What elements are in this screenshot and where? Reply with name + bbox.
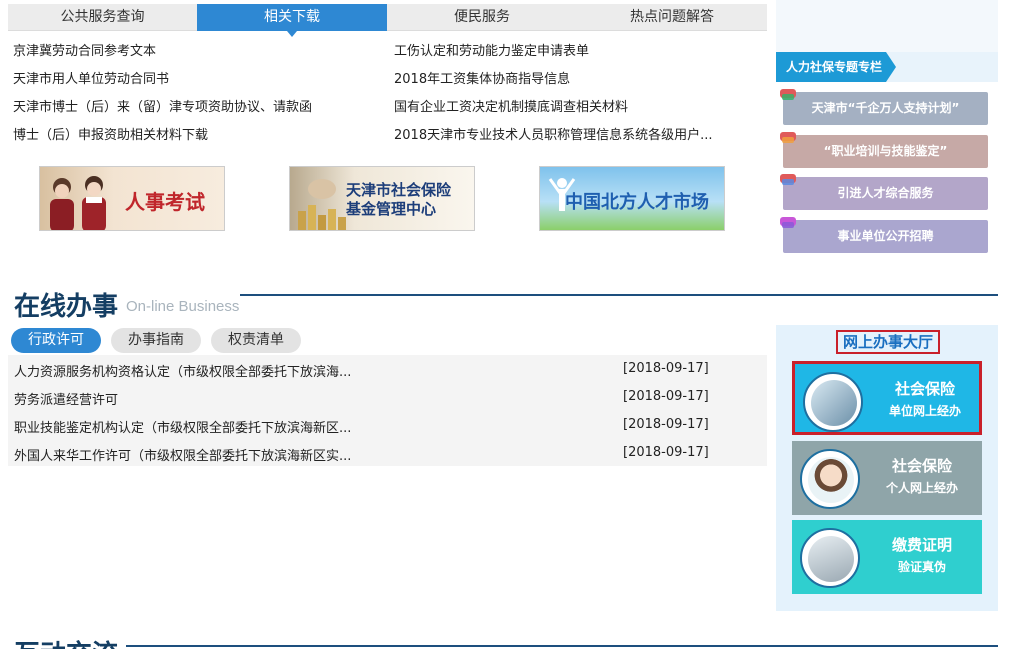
section-subtitle: On-line Business bbox=[126, 298, 240, 315]
download-link[interactable]: 京津冀劳动合同参考文本 bbox=[13, 40, 156, 59]
top-tab-bar: 公共服务查询 相关下载 便民服务 热点问题解答 bbox=[8, 4, 767, 37]
customer-service-icon bbox=[800, 449, 860, 509]
tab-hot-questions[interactable]: 热点问题解答 bbox=[577, 4, 767, 31]
tab-administrative-license[interactable]: 行政许可 bbox=[11, 328, 101, 353]
download-link[interactable]: 2018年工资集体协商指导信息 bbox=[394, 68, 570, 87]
download-link[interactable]: 2018天津市专业技术人员职称管理信息系统各级用户... bbox=[394, 124, 712, 143]
section-title-interaction: 互动交流 bbox=[14, 634, 118, 649]
affair-date: [2018-09-17] bbox=[623, 361, 709, 376]
affair-date: [2018-09-17] bbox=[623, 417, 709, 432]
tab-service-guide[interactable]: 办事指南 bbox=[111, 328, 201, 353]
affair-link[interactable]: 劳务派遣经营许可 bbox=[14, 389, 118, 408]
banner-label: 天津市社会保险 基金管理中心 bbox=[346, 181, 452, 218]
affair-date: [2018-09-17] bbox=[623, 389, 709, 404]
download-link[interactable]: 天津市博士（后）来（留）津专项资助协议、请款函 bbox=[13, 96, 312, 115]
sidebar-item-talent-service[interactable]: 引进人才综合服务 bbox=[780, 174, 988, 210]
tab-public-service-query[interactable]: 公共服务查询 bbox=[8, 4, 197, 31]
office-workers-icon bbox=[803, 372, 863, 432]
sidebar-item-public-recruitment[interactable]: 事业单位公开招聘 bbox=[780, 217, 988, 253]
north-china-talent-market-banner[interactable]: 中国北方人才市场 bbox=[539, 166, 725, 231]
download-link[interactable]: 国有企业工资决定机制摸底调查相关材料 bbox=[394, 96, 628, 115]
laptop-icon bbox=[800, 528, 860, 588]
social-insurance-fund-banner[interactable]: 天津市社会保险 基金管理中心 bbox=[289, 166, 475, 231]
social-insurance-employer-button[interactable]: 社会保险 单位网上经办 bbox=[792, 361, 982, 435]
download-link[interactable]: 工伤认定和劳动能力鉴定申请表单 bbox=[394, 40, 589, 59]
banner-label: 中国北方人才市场 bbox=[565, 192, 709, 213]
affairs-list: 人力资源服务机构资格认定（市级权限全部委托下放滨海... [2018-09-17… bbox=[8, 355, 767, 466]
tab-responsibility-list[interactable]: 权责清单 bbox=[211, 328, 301, 353]
tab-convenience-service[interactable]: 便民服务 bbox=[387, 4, 577, 31]
online-service-hall-title[interactable]: 网上办事大厅 bbox=[836, 330, 940, 354]
banner-label: 人事考试 bbox=[125, 190, 205, 214]
sidebar-item-thousand-enterprises[interactable]: 天津市“千企万人支持计划” bbox=[780, 89, 988, 125]
section-divider bbox=[126, 645, 998, 647]
payment-certificate-verify-button[interactable]: 缴费证明 验证真伪 bbox=[792, 520, 982, 594]
download-link[interactable]: 天津市用人单位劳动合同书 bbox=[13, 68, 169, 87]
sidebar-item-vocational-training[interactable]: “职业培训与技能鉴定” bbox=[780, 132, 988, 168]
section-divider bbox=[240, 294, 998, 296]
affair-date: [2018-09-17] bbox=[623, 445, 709, 460]
sidebar-top-area bbox=[776, 0, 998, 52]
section-title: 在线办事 bbox=[14, 291, 119, 321]
people-icon bbox=[50, 176, 106, 230]
tab-related-downloads[interactable]: 相关下载 bbox=[197, 4, 387, 37]
download-link[interactable]: 博士（后）申报资助相关材料下载 bbox=[13, 124, 208, 143]
coins-icon bbox=[298, 179, 346, 230]
sidebar-header: 人力社保专题专栏 bbox=[776, 52, 896, 82]
affair-link[interactable]: 外国人来华工作许可（市级权限全部委托下放滨海新区实... bbox=[14, 445, 351, 464]
affair-link[interactable]: 职业技能鉴定机构认定（市级权限全部委托下放滨海新区... bbox=[14, 417, 351, 436]
social-insurance-personal-button[interactable]: 社会保险 个人网上经办 bbox=[792, 441, 982, 515]
personnel-exam-banner[interactable]: 人事考试 bbox=[39, 166, 225, 231]
affair-link[interactable]: 人力资源服务机构资格认定（市级权限全部委托下放滨海... bbox=[14, 361, 351, 380]
